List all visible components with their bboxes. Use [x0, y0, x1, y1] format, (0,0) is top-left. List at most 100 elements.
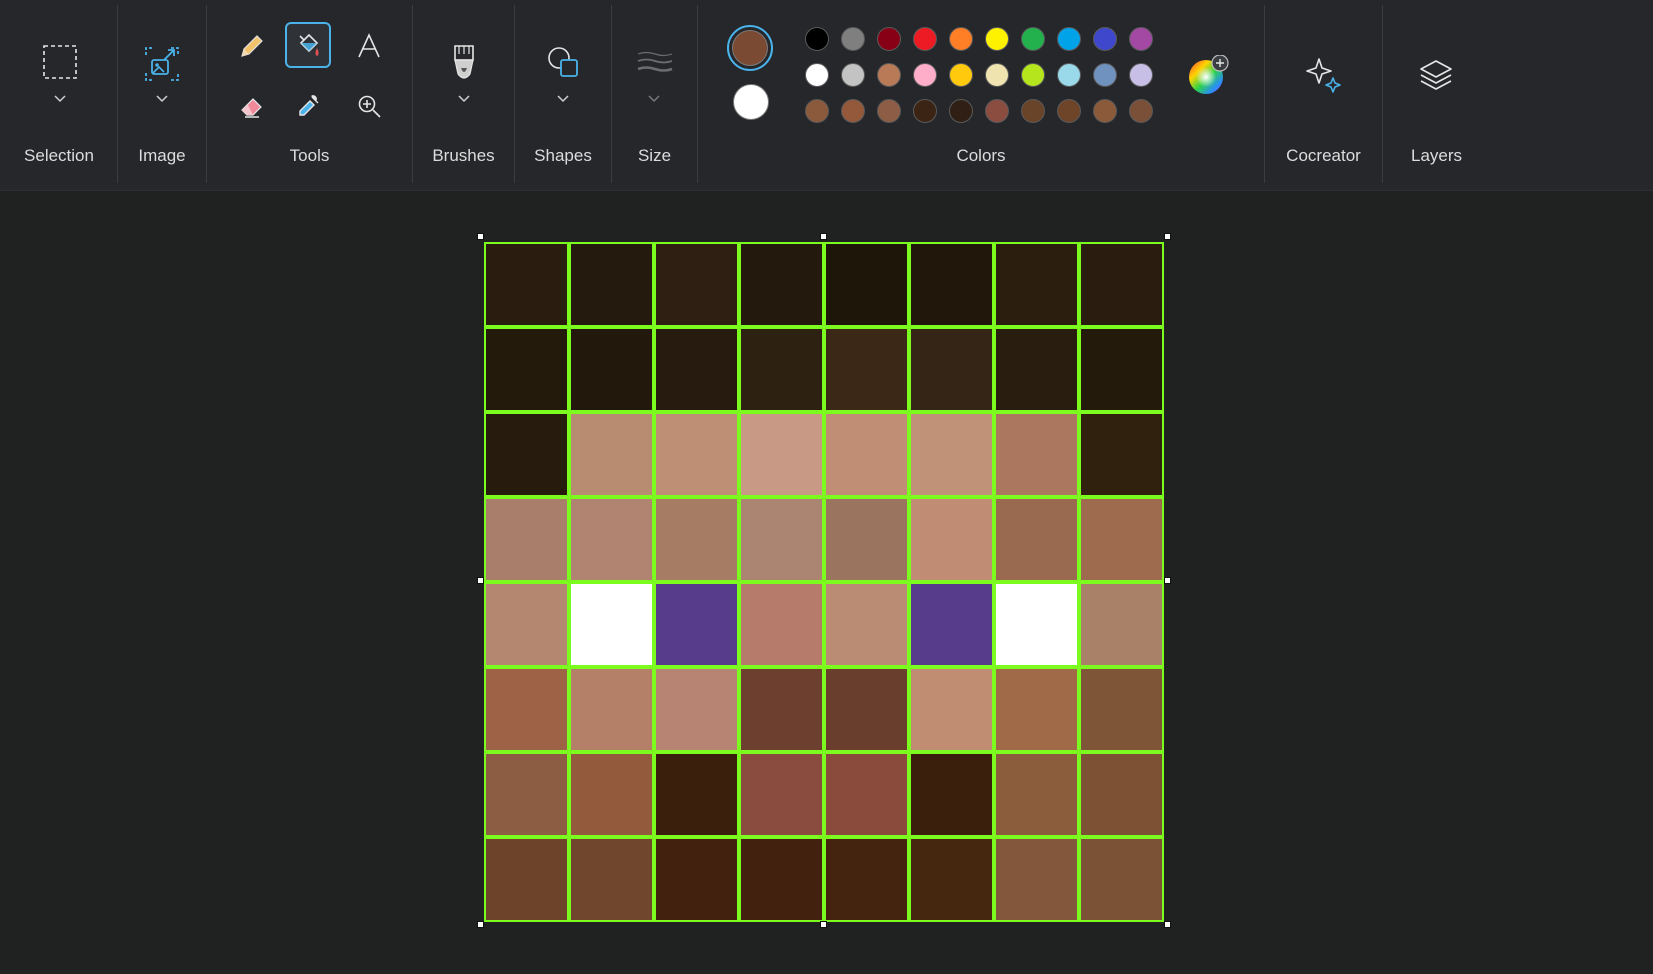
canvas-pixel[interactable]: [996, 414, 1077, 495]
canvas-pixel[interactable]: [571, 499, 652, 580]
canvas-pixel[interactable]: [486, 414, 567, 495]
palette-color-swatch[interactable]: [913, 99, 937, 123]
edit-colors-icon[interactable]: [1187, 55, 1229, 97]
text-tool-button[interactable]: [345, 22, 391, 68]
canvas-pixel[interactable]: [656, 584, 737, 665]
resize-handle[interactable]: [1164, 577, 1171, 584]
canvas-pixel[interactable]: [911, 414, 992, 495]
chevron-down-icon[interactable]: [557, 95, 569, 103]
canvas-pixel[interactable]: [571, 244, 652, 325]
palette-color-swatch[interactable]: [841, 27, 865, 51]
palette-color-swatch[interactable]: [1021, 27, 1045, 51]
canvas-pixel[interactable]: [656, 414, 737, 495]
canvas-pixel[interactable]: [741, 584, 822, 665]
canvas-pixel[interactable]: [826, 669, 907, 750]
image-resize-icon[interactable]: [144, 46, 180, 82]
palette-color-swatch[interactable]: [1057, 27, 1081, 51]
canvas-pixel[interactable]: [826, 414, 907, 495]
canvas-pixel[interactable]: [741, 414, 822, 495]
palette-color-swatch[interactable]: [913, 27, 937, 51]
resize-handle[interactable]: [1164, 233, 1171, 240]
canvas-pixel[interactable]: [1081, 414, 1162, 495]
canvas-pixel[interactable]: [826, 329, 907, 410]
canvas-pixel[interactable]: [826, 754, 907, 835]
canvas-pixel[interactable]: [911, 669, 992, 750]
canvas-pixel[interactable]: [911, 584, 992, 665]
resize-handle[interactable]: [477, 577, 484, 584]
canvas-pixel[interactable]: [1081, 669, 1162, 750]
palette-color-swatch[interactable]: [1093, 27, 1117, 51]
canvas-pixel[interactable]: [911, 839, 992, 920]
canvas-pixel[interactable]: [571, 839, 652, 920]
canvas-pixel[interactable]: [826, 584, 907, 665]
palette-color-swatch[interactable]: [1021, 99, 1045, 123]
palette-color-swatch[interactable]: [1129, 27, 1153, 51]
palette-color-swatch[interactable]: [985, 27, 1009, 51]
palette-color-swatch[interactable]: [949, 63, 973, 87]
canvas-pixel[interactable]: [656, 499, 737, 580]
brush-icon[interactable]: [450, 44, 478, 82]
chevron-down-icon[interactable]: [458, 95, 470, 103]
canvas-pixel[interactable]: [1081, 329, 1162, 410]
eraser-tool-button[interactable]: [228, 82, 274, 128]
canvas-pixel[interactable]: [1081, 244, 1162, 325]
palette-color-swatch[interactable]: [949, 27, 973, 51]
canvas-pixel[interactable]: [571, 669, 652, 750]
palette-color-swatch[interactable]: [841, 99, 865, 123]
canvas-pixel[interactable]: [486, 584, 567, 665]
palette-color-swatch[interactable]: [805, 99, 829, 123]
palette-color-swatch[interactable]: [1057, 63, 1081, 87]
palette-color-swatch[interactable]: [1093, 63, 1117, 87]
shapes-icon[interactable]: [547, 46, 579, 78]
palette-color-swatch[interactable]: [913, 63, 937, 87]
resize-handle[interactable]: [477, 921, 484, 928]
palette-color-swatch[interactable]: [877, 99, 901, 123]
chevron-down-icon[interactable]: [648, 95, 660, 103]
palette-color-swatch[interactable]: [805, 63, 829, 87]
canvas-pixel[interactable]: [656, 839, 737, 920]
canvas-pixel[interactable]: [911, 329, 992, 410]
canvas-pixel[interactable]: [996, 329, 1077, 410]
canvas-pixel[interactable]: [996, 244, 1077, 325]
canvas-pixel[interactable]: [571, 329, 652, 410]
canvas-pixel[interactable]: [911, 754, 992, 835]
canvas-pixel[interactable]: [996, 584, 1077, 665]
line-size-icon[interactable]: [636, 50, 674, 78]
canvas-pixel[interactable]: [741, 244, 822, 325]
palette-color-swatch[interactable]: [1129, 63, 1153, 87]
canvas-pixel[interactable]: [1081, 754, 1162, 835]
canvas-pixel[interactable]: [996, 499, 1077, 580]
pencil-tool-button[interactable]: [228, 22, 274, 68]
canvas-pixel[interactable]: [1081, 584, 1162, 665]
color-picker-tool-button[interactable]: [285, 82, 331, 128]
canvas-pixel[interactable]: [656, 754, 737, 835]
palette-color-swatch[interactable]: [1129, 99, 1153, 123]
palette-color-swatch[interactable]: [877, 27, 901, 51]
resize-handle[interactable]: [1164, 921, 1171, 928]
chevron-down-icon[interactable]: [54, 95, 66, 103]
drawing-canvas[interactable]: [484, 242, 1164, 922]
canvas-pixel[interactable]: [571, 754, 652, 835]
canvas-pixel[interactable]: [486, 669, 567, 750]
canvas-pixel[interactable]: [656, 669, 737, 750]
palette-color-swatch[interactable]: [985, 99, 1009, 123]
secondary-color-swatch[interactable]: [733, 84, 769, 120]
primary-color-swatch[interactable]: [732, 30, 768, 66]
palette-color-swatch[interactable]: [985, 63, 1009, 87]
rectangle-selection-icon[interactable]: [43, 45, 77, 79]
canvas-pixel[interactable]: [571, 414, 652, 495]
canvas-pixel[interactable]: [826, 499, 907, 580]
palette-color-swatch[interactable]: [877, 63, 901, 87]
palette-color-swatch[interactable]: [949, 99, 973, 123]
resize-handle[interactable]: [820, 233, 827, 240]
canvas-pixel[interactable]: [996, 839, 1077, 920]
canvas-pixel[interactable]: [741, 839, 822, 920]
canvas-pixel[interactable]: [911, 499, 992, 580]
sparkle-icon[interactable]: [1306, 57, 1342, 93]
palette-color-swatch[interactable]: [805, 27, 829, 51]
resize-handle[interactable]: [820, 921, 827, 928]
canvas-pixel[interactable]: [486, 754, 567, 835]
chevron-down-icon[interactable]: [156, 95, 168, 103]
canvas-pixel[interactable]: [656, 329, 737, 410]
canvas-pixel[interactable]: [741, 669, 822, 750]
